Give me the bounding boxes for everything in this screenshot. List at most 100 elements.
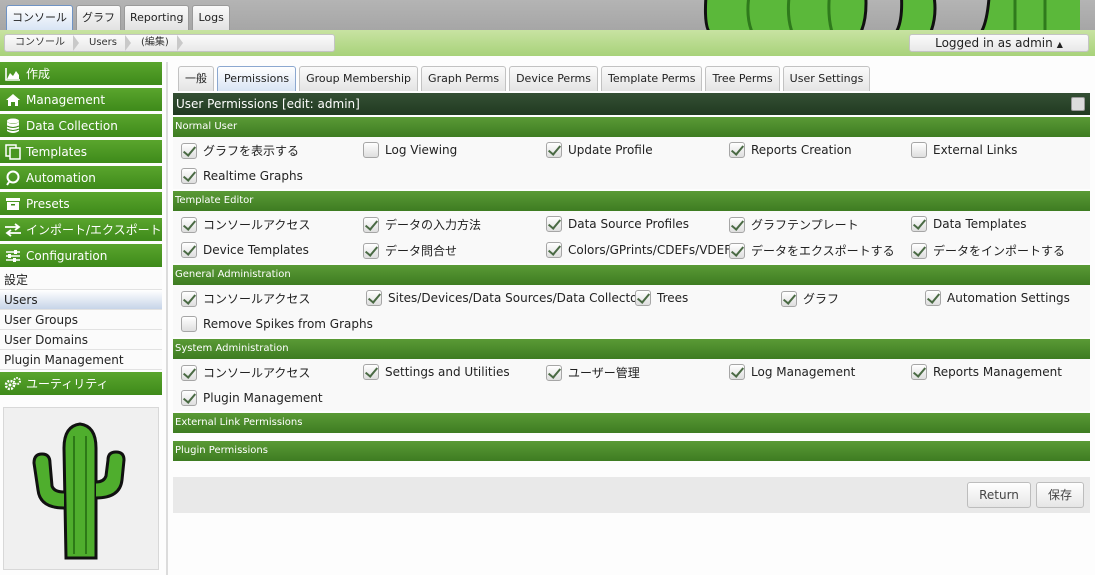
permission-item[interactable]: Plugin Management: [181, 390, 323, 406]
sidebar-item-user-domains[interactable]: User Domains: [0, 330, 162, 350]
sidebar-header-label: Configuration: [26, 248, 108, 263]
permission-checkbox[interactable]: [181, 142, 197, 159]
sidebar-header-data-collection[interactable]: Data Collection: [0, 114, 162, 137]
permission-checkbox[interactable]: [635, 290, 651, 306]
permission-checkbox[interactable]: [546, 216, 562, 232]
permission-item[interactable]: データの入力方法: [363, 216, 481, 233]
permission-item[interactable]: Realtime Graphs: [181, 168, 303, 184]
permission-checkbox[interactable]: [911, 142, 927, 158]
permission-item[interactable]: グラフ: [781, 290, 839, 307]
tab-general[interactable]: 一般: [178, 66, 214, 91]
permission-item[interactable]: Reports Creation: [729, 142, 852, 158]
sidebar-header-create[interactable]: 作成: [0, 62, 162, 85]
permission-checkbox[interactable]: [363, 216, 379, 233]
cactus-logo: [3, 407, 159, 570]
breadcrumb-console[interactable]: コンソール: [5, 35, 79, 51]
permission-checkbox[interactable]: [911, 242, 927, 259]
save-button[interactable]: 保存: [1036, 482, 1084, 508]
sidebar-header-import-export[interactable]: インポート/エクスポート: [0, 218, 162, 241]
main-tab-2[interactable]: Reporting: [124, 5, 190, 30]
sidebar-header-configuration[interactable]: Configuration: [0, 244, 162, 267]
permission-checkbox[interactable]: [546, 242, 562, 258]
permission-label: Trees: [657, 291, 689, 305]
permission-checkbox[interactable]: [546, 142, 562, 158]
tab-device-perms[interactable]: Device Perms: [509, 66, 598, 91]
sidebar-header-management[interactable]: Management: [0, 88, 162, 111]
tab-group-membership[interactable]: Group Membership: [299, 66, 419, 91]
permission-checkbox[interactable]: [363, 142, 379, 158]
main-tab-3[interactable]: Logs: [192, 5, 230, 30]
permission-item[interactable]: Trees: [635, 290, 688, 306]
permission-checkbox[interactable]: [546, 364, 562, 381]
permission-item[interactable]: コンソールアクセス: [181, 364, 310, 381]
permission-label: Colors/GPrints/CDEFs/VDEFs: [568, 243, 738, 257]
sidebar-header-automation[interactable]: Automation: [0, 166, 162, 189]
permission-checkbox[interactable]: [181, 216, 197, 233]
permission-checkbox[interactable]: [181, 290, 197, 307]
tab-graph-perms[interactable]: Graph Perms: [421, 66, 507, 91]
permission-checkbox[interactable]: [781, 290, 797, 307]
sidebar-item-plugin-management[interactable]: Plugin Management: [0, 350, 162, 370]
permission-list: コンソールアクセス データの入力方法 Data Source Profiles グラフ…: [173, 211, 1090, 263]
permission-item[interactable]: Reports Management: [911, 364, 1062, 380]
permission-checkbox[interactable]: [181, 390, 197, 406]
permission-item[interactable]: Sites/Devices/Data Sources/Data Collecto…: [366, 290, 649, 306]
permission-checkbox[interactable]: [925, 290, 941, 306]
permission-item[interactable]: Device Templates: [181, 242, 309, 258]
permission-item[interactable]: データをインポートする: [911, 242, 1065, 259]
archive-icon: [4, 196, 22, 212]
permission-item[interactable]: コンソールアクセス: [181, 290, 310, 307]
automation-icon: [4, 170, 22, 186]
permission-item[interactable]: Data Source Profiles: [546, 216, 689, 232]
permission-item[interactable]: Log Management: [729, 364, 855, 380]
tab-tree-perms[interactable]: Tree Perms: [705, 66, 780, 91]
tab-user-settings[interactable]: User Settings: [782, 66, 871, 91]
permission-row: コンソールアクセス データの入力方法 Data Source Profiles グラフ…: [173, 211, 1090, 237]
sidebar-item-user-groups[interactable]: User Groups: [0, 310, 162, 330]
sidebar-header-utilities[interactable]: ユーティリティ: [0, 372, 162, 395]
breadcrumb-users[interactable]: Users: [79, 35, 132, 51]
tab-template-perms[interactable]: Template Perms: [600, 66, 703, 91]
permission-item[interactable]: Data Templates: [911, 216, 1026, 232]
permission-checkbox[interactable]: [729, 216, 745, 233]
permission-label: グラフを表示する: [203, 144, 300, 158]
permission-item[interactable]: Settings and Utilities: [363, 364, 510, 380]
permission-checkbox[interactable]: [181, 168, 197, 184]
permission-item[interactable]: コンソールアクセス: [181, 216, 310, 233]
permission-item[interactable]: データ問合せ: [363, 242, 457, 259]
return-button[interactable]: Return: [967, 482, 1031, 508]
permission-item[interactable]: Remove Spikes from Graphs: [181, 316, 373, 332]
sidebar-header-templates[interactable]: Templates: [0, 140, 162, 163]
permission-item[interactable]: Update Profile: [546, 142, 653, 158]
permission-checkbox[interactable]: [181, 316, 197, 332]
permission-item[interactable]: External Links: [911, 142, 1017, 158]
home-icon: [4, 92, 22, 108]
permission-item[interactable]: Automation Settings: [925, 290, 1070, 306]
sidebar-header-presets[interactable]: Presets: [0, 192, 162, 215]
permission-checkbox[interactable]: [729, 242, 745, 259]
permission-item[interactable]: グラフテンプレート: [729, 216, 859, 233]
permission-checkbox[interactable]: [366, 290, 382, 306]
permission-item[interactable]: ユーザー管理: [546, 364, 640, 381]
permission-item[interactable]: Colors/GPrints/CDEFs/VDEFs: [546, 242, 737, 258]
permission-checkbox[interactable]: [729, 142, 745, 158]
main-tab-1[interactable]: グラフ: [76, 5, 121, 30]
permission-checkbox[interactable]: [911, 364, 927, 380]
permission-checkbox[interactable]: [363, 242, 379, 259]
permission-list: コンソールアクセス Settings and Utilities ユーザー管理 Log…: [173, 359, 1090, 411]
permission-item[interactable]: Log Viewing: [363, 142, 457, 158]
sidebar-item-settings[interactable]: 設定: [0, 270, 162, 290]
permission-checkbox[interactable]: [729, 364, 745, 380]
permission-checkbox[interactable]: [181, 364, 197, 381]
permission-checkbox[interactable]: [911, 216, 927, 232]
permission-item[interactable]: グラフを表示する: [181, 142, 299, 159]
select-all-checkbox[interactable]: [1071, 97, 1085, 111]
main-tab-0[interactable]: コンソール: [6, 5, 73, 30]
sidebar-item-users[interactable]: Users: [0, 290, 162, 310]
panel-header: User Permissions [edit: admin]: [173, 93, 1090, 115]
permission-item[interactable]: データをエクスポートする: [729, 242, 895, 259]
permission-checkbox[interactable]: [181, 242, 197, 258]
tab-permissions[interactable]: Permissions: [217, 66, 297, 91]
user-menu-button[interactable]: Logged in as admin ▲: [909, 34, 1089, 52]
permission-checkbox[interactable]: [363, 364, 379, 380]
